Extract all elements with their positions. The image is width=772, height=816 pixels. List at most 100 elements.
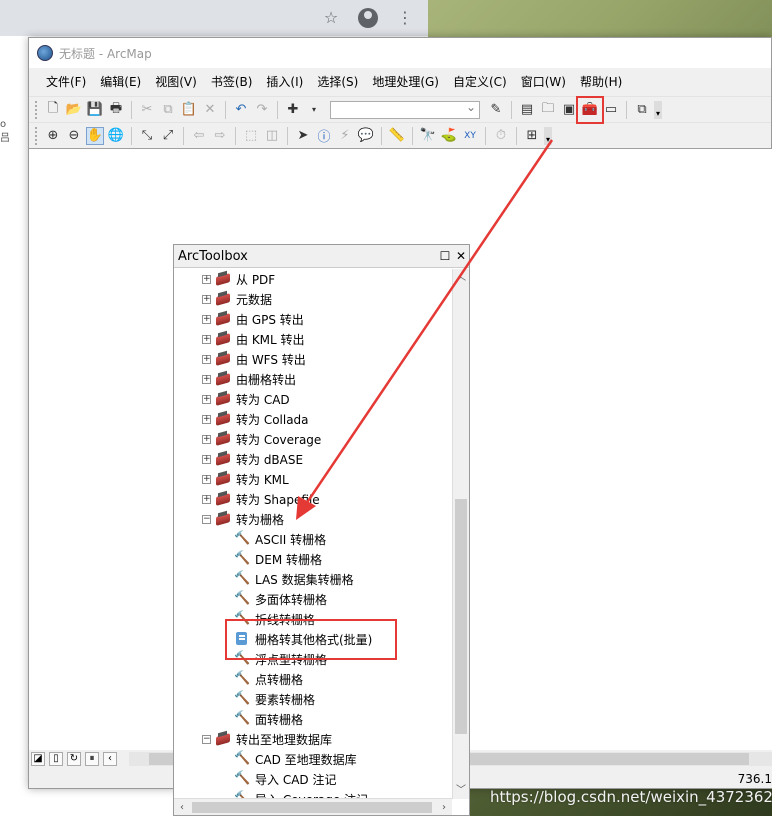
select-elements-arrow-icon[interactable]: ➤	[294, 127, 312, 145]
expand-icon[interactable]: +	[202, 494, 211, 504]
toolset-item[interactable]: + 转为 KML	[174, 469, 452, 489]
toolbar-grip[interactable]	[35, 100, 39, 119]
add-data-icon[interactable]: ✚	[284, 101, 302, 119]
tool-item[interactable]: 🔨 DEM 转栅格	[174, 549, 452, 569]
time-slider-icon[interactable]: ⏱	[492, 127, 510, 145]
menu-geoprocessing[interactable]: 地理处理(G)	[365, 68, 446, 96]
toolset-item[interactable]: + 转为 CAD	[174, 389, 452, 409]
expand-icon[interactable]: +	[202, 454, 211, 464]
forward-extent-icon[interactable]: ⇨	[211, 127, 229, 145]
cut-icon[interactable]: ✂	[138, 101, 156, 119]
expand-icon[interactable]: +	[202, 434, 211, 444]
search-window-icon[interactable]: ▣	[560, 101, 578, 119]
scroll-left-icon[interactable]: ‹	[103, 752, 117, 766]
toolbar-options-icon[interactable]: ▾	[654, 100, 662, 119]
fixed-zoom-out-icon[interactable]: ⤢	[159, 127, 177, 145]
arctoolbox-icon[interactable]: 🧰	[576, 95, 604, 124]
expand-icon[interactable]: +	[202, 414, 211, 424]
layout-view-icon[interactable]: ▯	[49, 752, 63, 766]
toolbox-horizontal-scrollbar[interactable]: ‹ ›	[174, 798, 452, 815]
refresh-icon[interactable]: ↻	[67, 752, 81, 766]
editor-toolbar-icon[interactable]: ✎	[487, 101, 505, 119]
toolset-item[interactable]: + 转为 Coverage	[174, 429, 452, 449]
pan-hand-icon[interactable]: ✋	[86, 126, 104, 145]
scrollbar-thumb[interactable]	[455, 499, 467, 734]
expand-icon[interactable]: +	[202, 474, 211, 484]
collapse-icon[interactable]: −	[202, 514, 211, 524]
map-scale-combo[interactable]	[330, 100, 480, 119]
scroll-up-icon[interactable]: ︿	[453, 269, 469, 286]
menu-file[interactable]: 文件(F)	[39, 68, 93, 96]
fixed-zoom-in-icon[interactable]: ⤡	[138, 127, 156, 145]
menu-help[interactable]: 帮助(H)	[573, 68, 629, 96]
new-document-icon[interactable]: 🗋	[44, 101, 62, 119]
tool-item[interactable]: 🔨 LAS 数据集转栅格	[174, 569, 452, 589]
menu-edit[interactable]: 编辑(E)	[93, 68, 148, 96]
menu-customize[interactable]: 自定义(C)	[446, 68, 514, 96]
toolset-item[interactable]: + 转为 Shapefile	[174, 489, 452, 509]
tool-item[interactable]: 🔨 多面体转栅格	[174, 589, 452, 609]
save-icon[interactable]: 💾	[86, 101, 104, 119]
back-extent-icon[interactable]: ⇦	[190, 127, 208, 145]
toolset-item[interactable]: + 由 GPS 转出	[174, 309, 452, 329]
pause-drawing-icon[interactable]: ⏸	[85, 752, 99, 766]
scrollbar-thumb[interactable]	[192, 802, 432, 813]
delete-icon[interactable]: ✕	[201, 101, 219, 119]
expand-icon[interactable]: +	[202, 314, 211, 324]
redo-icon[interactable]: ↷	[253, 101, 271, 119]
zoom-in-icon[interactable]: ⊕	[44, 127, 62, 145]
expand-icon[interactable]: +	[202, 354, 211, 364]
find-route-icon[interactable]: ⛳	[440, 127, 458, 145]
profile-avatar[interactable]	[358, 8, 378, 28]
menu-insert[interactable]: 插入(I)	[259, 68, 310, 96]
select-features-icon[interactable]: ⬚	[242, 127, 260, 145]
measure-icon[interactable]: 📏	[388, 127, 406, 145]
expand-icon[interactable]: +	[202, 334, 211, 344]
open-folder-icon[interactable]: 📂	[65, 101, 83, 119]
tool-item[interactable]: 🔨 点转栅格	[174, 669, 452, 689]
go-to-xy-icon[interactable]: XY	[461, 127, 479, 145]
toolset-item[interactable]: + 由栅格转出	[174, 369, 452, 389]
catalog-icon[interactable]: 🗀	[539, 101, 557, 119]
menu-selection[interactable]: 选择(S)	[310, 68, 365, 96]
paste-icon[interactable]: 📋	[180, 101, 198, 119]
toolset-item[interactable]: + 转为 Collada	[174, 409, 452, 429]
toolbar-grip[interactable]	[35, 126, 39, 145]
table-of-contents-icon[interactable]: ▤	[518, 101, 536, 119]
tool-item[interactable]: 🔨 CAD 至地理数据库	[174, 749, 452, 769]
toolset-item[interactable]: − 转出至地理数据库	[174, 729, 452, 749]
toolset-item[interactable]: + 转为 dBASE	[174, 449, 452, 469]
html-popup-icon[interactable]: 💬	[357, 127, 375, 145]
dropdown-arrow-icon[interactable]: ▾	[305, 101, 323, 119]
scroll-left-icon[interactable]: ‹	[174, 799, 190, 816]
more-menu-icon[interactable]: ⋮	[396, 9, 414, 27]
scroll-right-icon[interactable]: ›	[436, 799, 452, 816]
star-icon[interactable]: ☆	[322, 9, 340, 27]
clear-selection-icon[interactable]: ◫	[263, 127, 281, 145]
data-view-icon[interactable]: ◪	[31, 752, 45, 766]
identify-icon[interactable]: ⓘ	[315, 127, 333, 145]
tool-item[interactable]: 🔨 浮点型转栅格	[174, 649, 452, 669]
tool-item[interactable]: 🔨 导入 CAD 注记	[174, 769, 452, 789]
toolbox-vertical-scrollbar[interactable]: ︿ ﹀	[452, 269, 469, 799]
python-window-icon[interactable]: ▭	[602, 101, 620, 119]
hyperlink-icon[interactable]: ⚡	[336, 127, 354, 145]
undo-icon[interactable]: ↶	[232, 101, 250, 119]
expand-icon[interactable]: +	[202, 374, 211, 384]
close-icon[interactable]: ✕	[453, 249, 469, 263]
tool-item[interactable]: 🔨 折线转栅格	[174, 609, 452, 629]
copy-icon[interactable]: ⧉	[159, 101, 177, 119]
toolset-item[interactable]: + 从 PDF	[174, 269, 452, 289]
menu-bookmarks[interactable]: 书签(B)	[204, 68, 260, 96]
model-builder-icon[interactable]: ⧉	[633, 101, 651, 119]
expand-icon[interactable]: +	[202, 294, 211, 304]
toolset-item[interactable]: + 元数据	[174, 289, 452, 309]
print-icon[interactable]: 🖶	[107, 101, 125, 119]
toolbar-options-icon[interactable]: ▾	[544, 126, 552, 145]
toolset-item[interactable]: − 转为栅格	[174, 509, 452, 529]
tool-item[interactable]: 🔨 要素转栅格	[174, 689, 452, 709]
full-extent-globe-icon[interactable]: 🌐	[107, 127, 125, 145]
maximize-icon[interactable]: ☐	[437, 249, 453, 263]
toolset-item[interactable]: + 由 KML 转出	[174, 329, 452, 349]
toolset-item[interactable]: + 由 WFS 转出	[174, 349, 452, 369]
